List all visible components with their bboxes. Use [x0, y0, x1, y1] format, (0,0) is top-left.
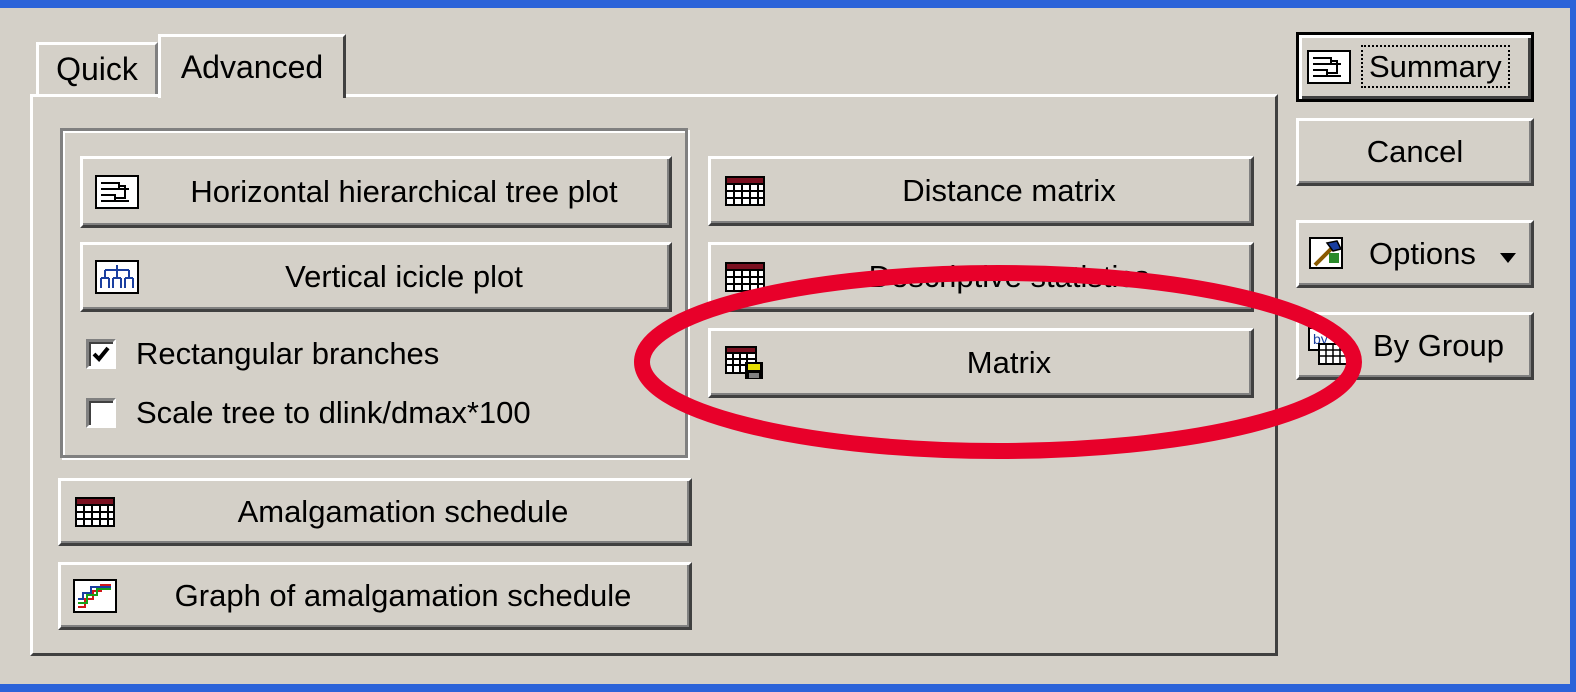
graph-amalgamation-button[interactable]: Graph of amalgamation schedule — [58, 562, 692, 630]
options-button[interactable]: Options — [1296, 220, 1534, 288]
distance-matrix-label: Distance matrix — [902, 173, 1116, 208]
graph-amalgamation-label: Graph of amalgamation schedule — [174, 578, 632, 613]
table-grid-icon — [723, 260, 767, 294]
table-grid-icon — [73, 495, 117, 529]
horizontal-tree-plot-button[interactable]: Horizontal hierarchical tree plot — [80, 156, 672, 228]
tree-plot-icon — [1307, 50, 1351, 84]
checkbox-checked-icon — [86, 339, 116, 369]
rectangular-branches-checkbox[interactable]: Rectangular branches — [86, 336, 439, 372]
matrix-button[interactable]: Matrix — [708, 328, 1254, 398]
window-right-border — [1570, 0, 1576, 692]
cancel-label: Cancel — [1366, 134, 1464, 169]
options-label: Options — [1369, 236, 1476, 271]
icicle-plot-icon — [95, 260, 139, 294]
vertical-icicle-plot-label: Vertical icicle plot — [285, 259, 523, 294]
rectangular-branches-label: Rectangular branches — [136, 336, 440, 371]
tab-quick[interactable]: Quick — [36, 42, 158, 94]
by-group-button[interactable]: by By Group — [1296, 312, 1534, 380]
distance-matrix-button[interactable]: Distance matrix — [708, 156, 1254, 226]
horizontal-tree-plot-label: Horizontal hierarchical tree plot — [190, 174, 618, 209]
window-bottom-border — [0, 684, 1576, 692]
dropdown-arrow-icon — [1499, 236, 1517, 272]
descriptive-statistics-button[interactable]: Descriptive statistics — [708, 242, 1254, 312]
amalgamation-schedule-label: Amalgamation schedule — [237, 494, 569, 529]
summary-label: Summary — [1361, 45, 1510, 88]
cancel-button[interactable]: Cancel — [1296, 118, 1534, 186]
descriptive-statistics-label: Descriptive statistics — [868, 259, 1150, 294]
tab-quick-label: Quick — [56, 51, 138, 87]
line-graph-icon — [73, 579, 117, 613]
options-hammer-icon — [1307, 237, 1351, 271]
tree-plot-icon — [95, 175, 139, 209]
save-matrix-icon — [723, 346, 767, 380]
checkbox-unchecked-icon — [86, 398, 116, 428]
tab-advanced-label: Advanced — [180, 49, 324, 85]
by-group-icon: by — [1305, 327, 1349, 365]
by-group-label: By Group — [1373, 328, 1504, 363]
summary-button[interactable]: Summary — [1296, 32, 1534, 102]
window-top-border — [0, 0, 1576, 8]
scale-tree-label: Scale tree to dlink/dmax*100 — [136, 395, 531, 430]
table-grid-icon — [723, 174, 767, 208]
tab-advanced[interactable]: Advanced — [158, 34, 346, 98]
matrix-label: Matrix — [966, 345, 1052, 380]
vertical-icicle-plot-button[interactable]: Vertical icicle plot — [80, 242, 672, 312]
scale-tree-checkbox[interactable]: Scale tree to dlink/dmax*100 — [86, 395, 531, 431]
amalgamation-schedule-button[interactable]: Amalgamation schedule — [58, 478, 692, 546]
